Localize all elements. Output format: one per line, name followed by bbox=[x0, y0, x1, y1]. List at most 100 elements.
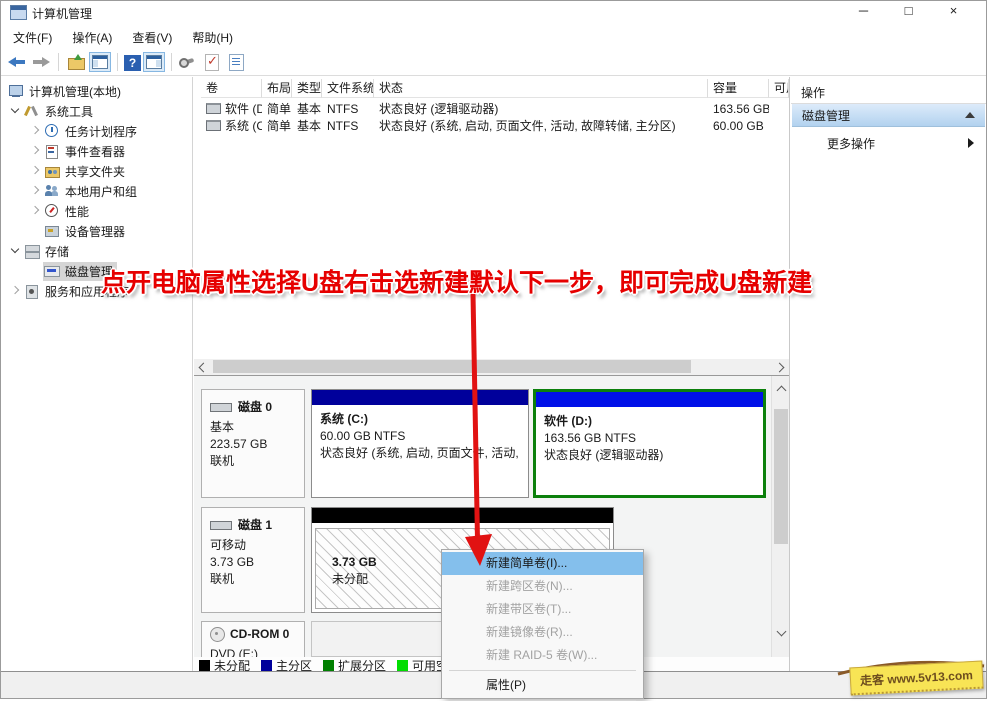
cd-icon bbox=[210, 627, 225, 642]
cdrom-label[interactable]: CD-ROM 0 DVD (E:) bbox=[201, 621, 305, 657]
volume-list-header: 卷布局类型文件系统状态容量可用空间 bbox=[194, 79, 789, 99]
horizontal-scroll-thumb[interactable] bbox=[213, 360, 691, 373]
partition-type-bar bbox=[312, 390, 528, 405]
scroll-down-icon[interactable] bbox=[776, 628, 786, 638]
disk-icon bbox=[210, 521, 232, 530]
more-actions-item[interactable]: 更多操作 bbox=[791, 133, 986, 153]
show-action-pane-icon[interactable] bbox=[143, 52, 165, 72]
volume-row[interactable]: 系统 (C:)简单基本NTFS状态良好 (系统, 启动, 页面文件, 活动, 故… bbox=[194, 118, 789, 135]
legend-color-swatch bbox=[199, 660, 210, 671]
clock-icon bbox=[44, 124, 60, 138]
sidebar-item-事件查看器[interactable]: 事件查看器 bbox=[1, 141, 192, 161]
column-header-布局[interactable]: 布局 bbox=[262, 79, 292, 98]
vertical-scrollbar[interactable] bbox=[771, 376, 789, 657]
up-folder-icon[interactable] bbox=[65, 52, 87, 72]
column-header-文件系统[interactable]: 文件系统 bbox=[322, 79, 374, 98]
disk-0-label[interactable]: 磁盘 0 基本 223.57 GB 联机 bbox=[201, 389, 305, 498]
sharefolder-icon bbox=[44, 164, 60, 178]
storage-icon bbox=[24, 244, 40, 258]
menu-item-新建镜像卷(R)...: 新建镜像卷(R)... bbox=[442, 621, 643, 644]
app-icon bbox=[10, 5, 27, 20]
annotation-text: 点开电脑属性选择U盘右击选新建默认下一步，即可完成U盘新建 bbox=[101, 263, 812, 299]
forward-icon[interactable] bbox=[30, 52, 52, 72]
context-menu: 新建简单卷(I)...新建跨区卷(N)...新建带区卷(T)...新建镜像卷(R… bbox=[441, 549, 644, 699]
disk-0-row: 磁盘 0 基本 223.57 GB 联机 系统 (C:)60.00 GB NTF… bbox=[201, 389, 767, 498]
menu-item-属性(P)[interactable]: 属性(P) bbox=[442, 674, 643, 697]
devmgr-icon bbox=[44, 224, 60, 238]
column-header-类型[interactable]: 类型 bbox=[292, 79, 322, 98]
menu-item-新建简单卷(I)...[interactable]: 新建简单卷(I)... bbox=[442, 552, 643, 575]
sidebar-item-计算机管理(本地)[interactable]: 计算机管理(本地) bbox=[1, 81, 192, 101]
partition-软件 (D:)[interactable]: 软件 (D:)163.56 GB NTFS状态良好 (逻辑驱动器) bbox=[533, 389, 766, 498]
partition-系统 (C:)[interactable]: 系统 (C:)60.00 GB NTFS状态良好 (系统, 启动, 页面文件, … bbox=[311, 389, 529, 498]
volume-row[interactable]: 软件 (D:)简单基本NTFS状态良好 (逻辑驱动器)163.56 GB bbox=[194, 101, 789, 118]
vertical-scroll-thumb[interactable] bbox=[774, 409, 788, 544]
properties-list-icon[interactable] bbox=[226, 52, 248, 72]
watermark: 走客 www.5v13.com bbox=[834, 648, 986, 694]
horizontal-scrollbar[interactable] bbox=[194, 359, 789, 376]
show-console-tree-icon[interactable] bbox=[89, 52, 111, 72]
chevron-collapsed-icon[interactable] bbox=[27, 183, 43, 199]
submenu-arrow-icon bbox=[968, 138, 974, 148]
toolbar-separator bbox=[171, 53, 172, 71]
toolbar-separator bbox=[117, 53, 118, 71]
actions-pane: 操作 磁盘管理 更多操作 bbox=[791, 77, 986, 672]
volume-icon bbox=[206, 103, 221, 114]
chevron-collapsed-icon[interactable] bbox=[27, 143, 43, 159]
sidebar-item-系统工具[interactable]: 系统工具 bbox=[1, 101, 192, 121]
partition-type-bar bbox=[536, 392, 763, 407]
maximize-button[interactable]: □ bbox=[886, 1, 931, 23]
column-header-卷[interactable]: 卷 bbox=[201, 79, 262, 98]
chevron-collapsed-icon[interactable] bbox=[27, 163, 43, 179]
legend-color-swatch bbox=[261, 660, 272, 671]
check-disk-icon[interactable] bbox=[202, 52, 224, 72]
scroll-right-icon[interactable] bbox=[776, 362, 786, 372]
back-icon[interactable] bbox=[6, 52, 28, 72]
toolbar-separator bbox=[58, 53, 59, 71]
menu-文件(F)[interactable]: 文件(F) bbox=[3, 26, 62, 49]
help-icon[interactable] bbox=[124, 55, 141, 71]
legend-color-swatch bbox=[397, 660, 408, 671]
column-header-可用空间[interactable]: 可用空间 bbox=[769, 79, 789, 98]
chevron-collapsed-icon bbox=[27, 263, 43, 279]
chevron-collapsed-icon[interactable] bbox=[27, 123, 43, 139]
menu-bar: 文件(F)操作(A)查看(V)帮助(H) bbox=[1, 25, 986, 49]
chevron-collapsed-icon[interactable] bbox=[27, 203, 43, 219]
menu-帮助(H)[interactable]: 帮助(H) bbox=[182, 26, 243, 49]
column-header-容量[interactable]: 容量 bbox=[708, 79, 769, 98]
scroll-left-icon[interactable] bbox=[197, 362, 207, 372]
refresh-icon[interactable] bbox=[178, 52, 200, 72]
actions-section-disk-management[interactable]: 磁盘管理 bbox=[792, 104, 985, 127]
sidebar-item-本地用户和组[interactable]: 本地用户和组 bbox=[1, 181, 192, 201]
sidebar-item-设备管理器[interactable]: 设备管理器 bbox=[1, 221, 192, 241]
sidebar-item-任务计划程序[interactable]: 任务计划程序 bbox=[1, 121, 192, 141]
menu-item-新建带区卷(T)...: 新建带区卷(T)... bbox=[442, 598, 643, 621]
chevron-collapsed-icon[interactable] bbox=[7, 283, 23, 299]
disk-1-label[interactable]: 磁盘 1 可移动 3.73 GB 联机 bbox=[201, 507, 305, 613]
sidebar-item-共享文件夹[interactable]: 共享文件夹 bbox=[1, 161, 192, 181]
menu-separator bbox=[449, 670, 636, 671]
console-tree: 计算机管理(本地)系统工具任务计划程序事件查看器共享文件夹本地用户和组性能设备管… bbox=[1, 77, 193, 672]
menu-操作(A)[interactable]: 操作(A) bbox=[62, 26, 122, 49]
partition-type-bar bbox=[312, 508, 613, 523]
services-icon bbox=[24, 284, 40, 298]
sidebar-item-性能[interactable]: 性能 bbox=[1, 201, 192, 221]
chevron-collapsed-icon bbox=[27, 223, 43, 239]
minimize-button[interactable]: ─ bbox=[841, 1, 886, 23]
collapse-icon[interactable] bbox=[965, 112, 975, 118]
column-header-状态[interactable]: 状态 bbox=[374, 79, 708, 98]
tools-icon bbox=[24, 104, 40, 118]
chevron-expanded-icon[interactable] bbox=[7, 103, 23, 119]
users-icon bbox=[44, 184, 60, 198]
perf-icon bbox=[44, 204, 60, 218]
close-button[interactable]: × bbox=[931, 1, 976, 23]
computer-icon bbox=[8, 84, 24, 98]
sidebar-item-存储[interactable]: 存储 bbox=[1, 241, 192, 261]
diskmgmt-icon bbox=[44, 264, 60, 278]
disk-icon bbox=[210, 403, 232, 412]
event-icon bbox=[44, 144, 60, 158]
scroll-up-icon[interactable] bbox=[776, 384, 786, 394]
legend-color-swatch bbox=[323, 660, 334, 671]
chevron-expanded-icon[interactable] bbox=[7, 243, 23, 259]
menu-查看(V)[interactable]: 查看(V) bbox=[122, 26, 182, 49]
